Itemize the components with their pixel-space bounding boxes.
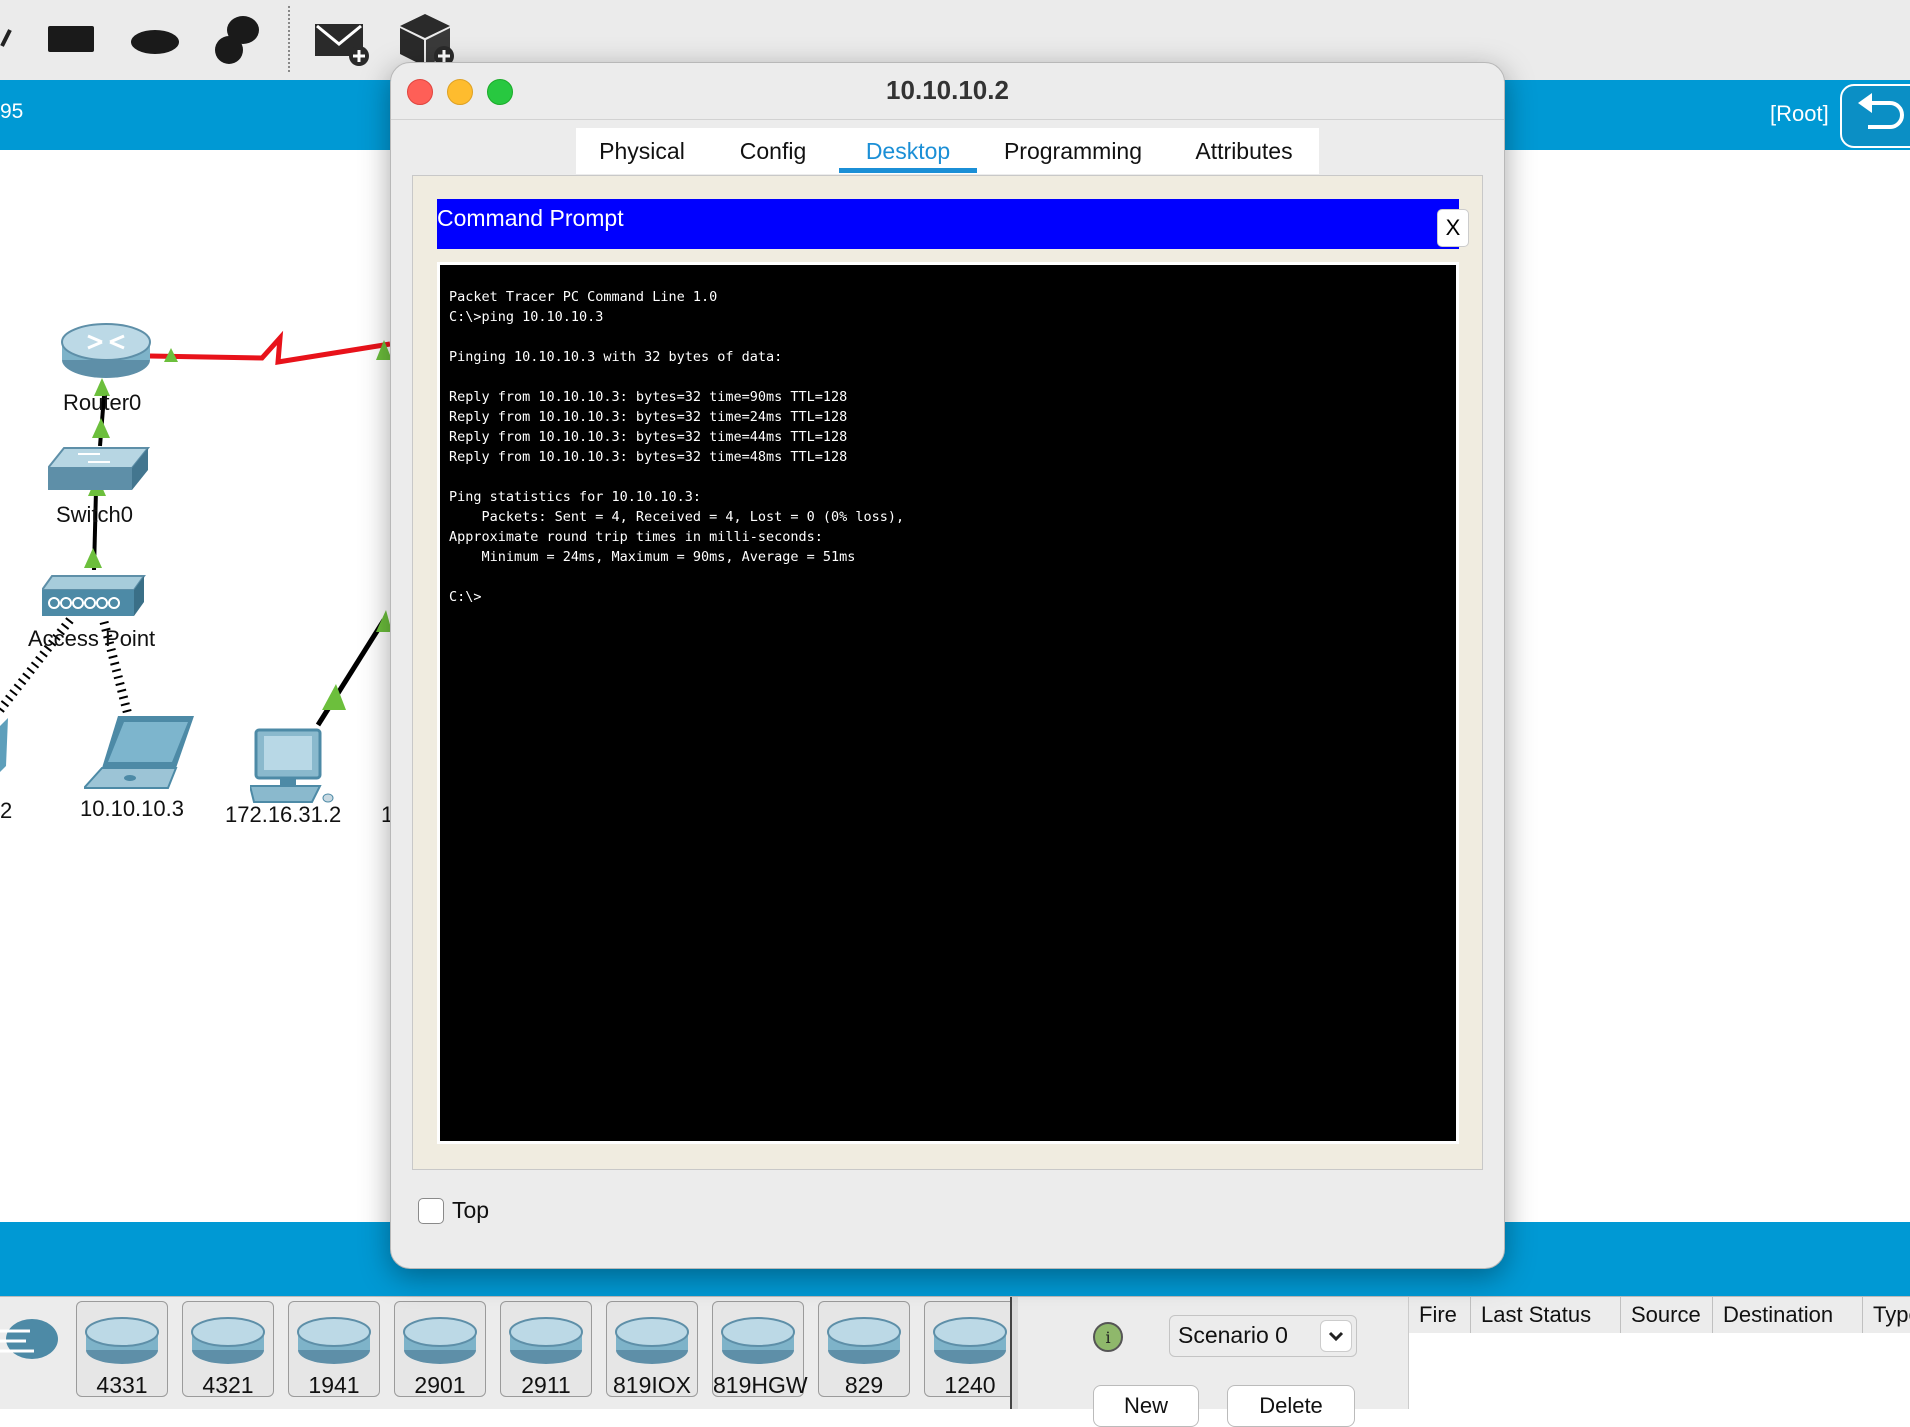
device-label: 829: [844, 1372, 884, 1398]
back-button[interactable]: [1840, 84, 1910, 148]
device-tile-819iox[interactable]: 819IOX: [606, 1301, 698, 1398]
tab-programming[interactable]: Programming: [977, 128, 1169, 174]
router-icon: [615, 1317, 689, 1364]
router-label: Router0: [63, 390, 142, 415]
always-on-top-checkbox[interactable]: [418, 1198, 444, 1224]
pdu-list-table: Fire Last Status Source Destination Type: [1408, 1297, 1910, 1409]
router-icon[interactable]: [58, 320, 158, 382]
device-dialog: 10.10.10.2 Physical Config Desktop Progr…: [390, 62, 1505, 1269]
undo-arrow-icon: [1858, 93, 1904, 129]
device-label: 819IOX: [613, 1372, 691, 1398]
link-up-indicator: [92, 418, 110, 438]
wan-emulation-icon[interactable]: [0, 1313, 58, 1363]
command-prompt-close-button[interactable]: X: [1437, 209, 1469, 247]
scenario-select[interactable]: Scenario 0: [1169, 1315, 1357, 1357]
access-point-label: Access Point: [28, 626, 156, 651]
router-icon: [403, 1317, 477, 1364]
ellipse-tool-icon[interactable]: [130, 28, 180, 56]
scenario-panel: i Scenario 0 New Delete: [1010, 1297, 1407, 1427]
toolbar-divider: [288, 6, 290, 72]
column-header-source[interactable]: Source: [1621, 1297, 1713, 1333]
column-header-last-status[interactable]: Last Status: [1471, 1297, 1621, 1333]
device-tile-4331[interactable]: 4331: [76, 1301, 168, 1398]
laptop-icon[interactable]: [84, 714, 196, 790]
router-icon: [721, 1317, 795, 1364]
info-icon[interactable]: i: [1092, 1321, 1124, 1353]
laptop-left-label: 2: [0, 798, 13, 823]
dialog-tabs: Physical Config Desktop Programming Attr…: [576, 128, 1319, 174]
device-label: 4321: [202, 1372, 254, 1398]
add-complex-pdu-icon[interactable]: [398, 12, 456, 68]
device-label: 1240: [944, 1372, 996, 1398]
serial-link[interactable]: [149, 330, 391, 365]
column-header-type[interactable]: Type: [1863, 1297, 1910, 1333]
column-header-fire[interactable]: Fire: [1409, 1297, 1471, 1333]
rectangle-tool-icon[interactable]: [48, 24, 94, 54]
command-prompt-title: Command Prompt: [437, 205, 624, 231]
line-tool-icon[interactable]: [0, 28, 12, 48]
router-icon: [85, 1317, 159, 1364]
switch-icon[interactable]: [48, 446, 152, 496]
device-label: 819HGW: [713, 1372, 808, 1398]
chevron-down-icon: [1320, 1320, 1352, 1352]
device-panel: 4331 4321 1941 2901 2911 819IOX 819HGW 8…: [0, 1296, 1910, 1427]
laptop-icon[interactable]: [0, 716, 14, 776]
panel-splitter[interactable]: [1010, 1297, 1018, 1409]
tab-config[interactable]: Config: [708, 128, 838, 174]
active-tab-indicator: [839, 168, 977, 173]
device-label: 4331: [96, 1372, 148, 1398]
desktop-panel: Command Prompt X Packet Tracer PC Comman…: [412, 175, 1483, 1170]
tab-physical[interactable]: Physical: [576, 128, 708, 174]
laptop-label: 10.10.10.3: [80, 796, 184, 821]
router-icon: [297, 1317, 371, 1364]
dialog-titlebar[interactable]: 10.10.10.2: [391, 63, 1504, 120]
device-tile-2911[interactable]: 2911: [500, 1301, 592, 1398]
dialog-title: 10.10.10.2: [886, 75, 1009, 105]
router-icon: [509, 1317, 583, 1364]
device-tile-4321[interactable]: 4321: [182, 1301, 274, 1398]
link-up-indicator: [84, 548, 102, 568]
terminal-text: Packet Tracer PC Command Line 1.0 C:\>pi…: [449, 289, 905, 605]
column-header-destination[interactable]: Destination: [1713, 1297, 1863, 1333]
always-on-top-label: Top: [452, 1197, 490, 1223]
freeform-tool-icon[interactable]: [213, 14, 263, 66]
access-point-icon[interactable]: [42, 574, 146, 620]
add-simple-pdu-icon[interactable]: [313, 18, 371, 68]
router-icon: [191, 1317, 265, 1364]
tab-attributes[interactable]: Attributes: [1169, 128, 1319, 174]
device-label: 2911: [521, 1372, 571, 1398]
switch-label: Switch0: [56, 502, 134, 527]
scenario-select-value: Scenario 0: [1178, 1322, 1288, 1348]
router-icon: [827, 1317, 901, 1364]
device-label: 2901: [414, 1372, 466, 1398]
command-prompt-header: Command Prompt X: [437, 199, 1469, 249]
device-tile-1240[interactable]: 1240: [924, 1301, 1016, 1398]
device-label: 1941: [308, 1372, 360, 1398]
root-breadcrumb[interactable]: [Root]: [1770, 101, 1829, 127]
device-tile-2901[interactable]: 2901: [394, 1301, 486, 1398]
pc-icon[interactable]: [250, 728, 340, 808]
device-tile-829[interactable]: 829: [818, 1301, 910, 1398]
delete-scenario-button[interactable]: Delete: [1227, 1385, 1355, 1427]
device-tile-1941[interactable]: 1941: [288, 1301, 380, 1398]
device-tile-819hgw[interactable]: 819HGW: [712, 1301, 808, 1398]
terminal-output[interactable]: Packet Tracer PC Command Line 1.0 C:\>pi…: [437, 262, 1459, 1144]
device-list: 4331 4321 1941 2901 2911 819IOX 819HGW 8…: [66, 1297, 1016, 1409]
workspace-coordinate-label: 95: [0, 100, 24, 123]
new-scenario-button[interactable]: New: [1093, 1385, 1199, 1427]
svg-text:i: i: [1105, 1328, 1110, 1347]
pc-label: 172.16.31.2: [225, 802, 342, 827]
router-icon: [933, 1317, 1007, 1364]
